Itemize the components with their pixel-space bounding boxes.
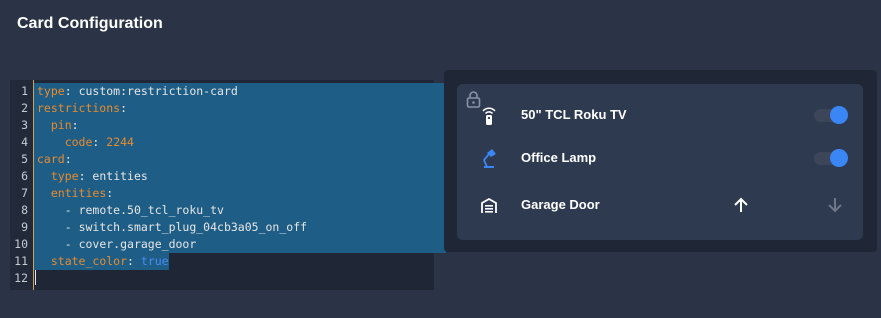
entity-name-roku-tv: 50" TCL Roku TV xyxy=(521,107,627,122)
code-line: code: 2244 xyxy=(34,134,446,151)
toggle-knob xyxy=(830,106,848,124)
yaml-value: true xyxy=(140,254,169,268)
office-lamp-toggle[interactable] xyxy=(812,148,848,168)
toggle-knob xyxy=(830,149,848,167)
yaml-separator: : xyxy=(64,84,79,98)
open-cover-button[interactable] xyxy=(731,195,751,215)
close-cover-button[interactable] xyxy=(825,195,845,215)
yaml-separator: : xyxy=(71,118,79,132)
yaml-key: code xyxy=(64,135,93,149)
code-line: restrictions: xyxy=(34,100,446,117)
line-number: 4 xyxy=(21,135,28,149)
yaml-separator: : xyxy=(64,152,72,166)
yaml-key: type xyxy=(37,84,65,98)
yaml-separator: - xyxy=(64,220,79,234)
code-line: entities: xyxy=(34,185,446,202)
entities-card xyxy=(457,84,863,240)
line-number: 12 xyxy=(14,271,28,285)
line-number: 6 xyxy=(21,169,28,183)
yaml-value: entities xyxy=(92,169,148,183)
yaml-separator: : xyxy=(78,169,93,183)
yaml-key: type xyxy=(50,169,79,183)
yaml-separator: : xyxy=(120,101,128,115)
yaml-separator: : xyxy=(127,254,141,268)
code-line: - switch.smart_plug_04cb3a05_on_off xyxy=(34,219,446,236)
line-number-gutter: 1 2 3 4 5 6 7 8 9 10 11 12 xyxy=(10,80,34,290)
yaml-separator: - xyxy=(64,237,79,251)
line-number: 11 xyxy=(14,254,28,268)
code-line: - cover.garage_door xyxy=(34,236,446,253)
yaml-key: state_color xyxy=(50,254,128,268)
yaml-separator: : xyxy=(106,186,114,200)
code-line: - remote.50_tcl_roku_tv xyxy=(34,202,446,219)
line-number: 10 xyxy=(14,237,28,251)
code-line: type: entities xyxy=(34,168,446,185)
line-number: 1 xyxy=(21,84,28,98)
remote-icon xyxy=(482,107,496,125)
page-title: Card Configuration xyxy=(17,15,163,32)
code-line: card: xyxy=(34,151,446,168)
entity-name-garage-door: Garage Door xyxy=(521,197,600,212)
yaml-value: switch.smart_plug_04cb3a05_on_off xyxy=(78,220,308,234)
line-number: 8 xyxy=(21,203,28,217)
line-number: 2 xyxy=(21,101,28,115)
yaml-key: pin xyxy=(50,118,72,132)
line-number: 9 xyxy=(21,220,28,234)
yaml-value: remote.50_tcl_roku_tv xyxy=(78,203,224,217)
garage-icon xyxy=(481,197,497,213)
yaml-key: restrictions xyxy=(37,101,121,115)
yaml-value: 2244 xyxy=(106,135,134,149)
arrow-down-icon xyxy=(828,198,842,213)
yaml-value: cover.garage_door xyxy=(78,237,197,251)
line-number: 5 xyxy=(21,152,28,166)
yaml-value: custom:restriction-card xyxy=(78,84,238,98)
code-line: type: custom:restriction-card xyxy=(34,83,446,100)
line-number: 3 xyxy=(21,118,28,132)
entity-name-office-lamp: Office Lamp xyxy=(521,150,597,165)
text-cursor xyxy=(35,270,36,285)
roku-tv-toggle[interactable] xyxy=(812,105,848,125)
code-line: pin: xyxy=(34,117,446,134)
yaml-separator: : xyxy=(92,135,107,149)
yaml-separator: - xyxy=(64,203,79,217)
code-line: state_color: true xyxy=(34,253,169,270)
yaml-key: entities xyxy=(50,186,107,200)
desk-lamp-icon xyxy=(482,149,496,168)
yaml-code-editor[interactable]: 1 2 3 4 5 6 7 8 9 10 11 12 type: custom:restriction… xyxy=(10,80,446,290)
line-number: 7 xyxy=(21,186,28,200)
yaml-key: card xyxy=(37,152,65,166)
arrow-up-icon xyxy=(734,197,748,212)
